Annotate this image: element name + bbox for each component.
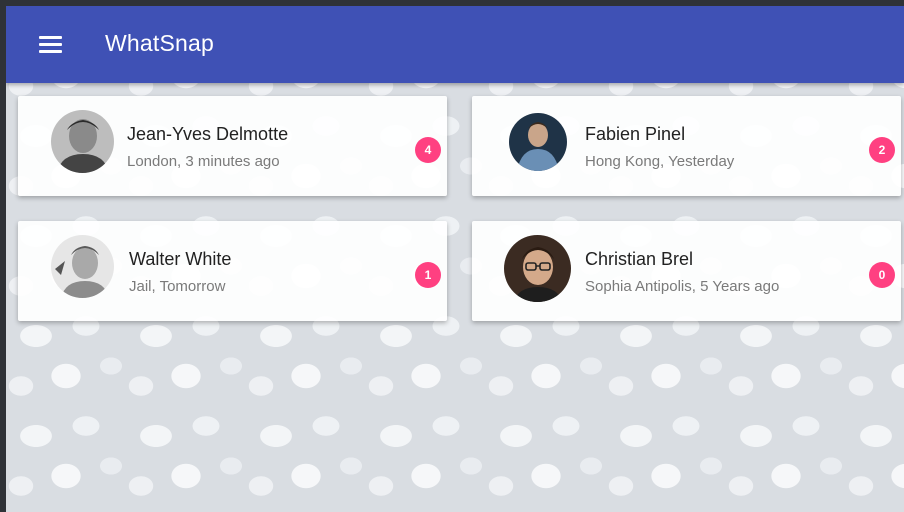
avatar bbox=[51, 235, 114, 298]
unread-badge: 0 bbox=[869, 262, 895, 288]
contact-subtitle: Hong Kong, Yesterday bbox=[585, 153, 735, 170]
menu-icon[interactable] bbox=[39, 36, 63, 54]
contact-name: Walter White bbox=[129, 249, 232, 269]
contact-name: Christian Brel bbox=[585, 249, 694, 269]
avatar-photo-icon bbox=[509, 113, 567, 171]
app-title: WhatSnap bbox=[105, 30, 214, 56]
avatar bbox=[51, 110, 114, 173]
avatar bbox=[504, 235, 571, 302]
unread-badge: 4 bbox=[415, 137, 441, 163]
contact-name: Jean-Yves Delmotte bbox=[127, 124, 289, 144]
contact-name: Fabien Pinel bbox=[585, 124, 686, 144]
avatar-photo-icon bbox=[504, 235, 571, 302]
contact-subtitle: London, 3 minutes ago bbox=[127, 153, 280, 170]
unread-badge: 2 bbox=[869, 137, 895, 163]
avatar-photo-icon bbox=[51, 235, 114, 298]
app-bar: WhatSnap bbox=[6, 6, 904, 83]
avatar bbox=[509, 113, 567, 171]
contact-card-walter-white[interactable]: Walter White Jail, Tomorrow 1 bbox=[18, 221, 447, 321]
contact-subtitle: Sophia Antipolis, 5 Years ago bbox=[585, 278, 780, 295]
contact-card-fabien-pinel[interactable]: Fabien Pinel Hong Kong, Yesterday 2 bbox=[472, 96, 901, 196]
contact-card-christian-brel[interactable]: Christian Brel Sophia Antipolis, 5 Years… bbox=[472, 221, 901, 321]
app-window: WhatSnap Jean-Yves Delmotte London, 3 mi… bbox=[6, 6, 904, 512]
avatar-photo-icon bbox=[51, 110, 114, 173]
contact-card-jean-yves-delmotte[interactable]: Jean-Yves Delmotte London, 3 minutes ago… bbox=[18, 96, 447, 196]
contact-subtitle: Jail, Tomorrow bbox=[129, 278, 226, 295]
unread-badge: 1 bbox=[415, 262, 441, 288]
